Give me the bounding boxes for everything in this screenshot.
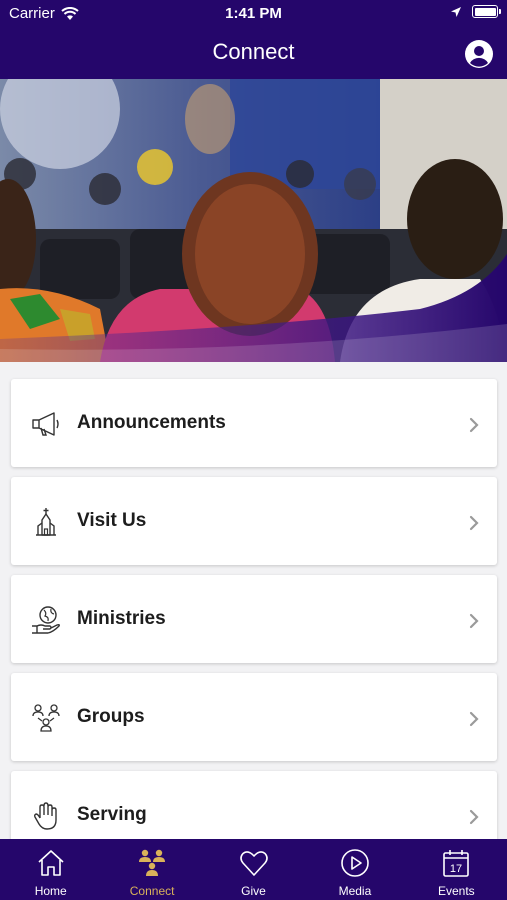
menu-item-label: Visit Us (77, 510, 147, 531)
chevron-right-icon (469, 417, 479, 433)
menu-item-ministries[interactable]: Ministries (11, 575, 497, 663)
tab-bar: Home Connect Give Media 17 Events (0, 839, 507, 900)
menu-item-label: Serving (77, 804, 147, 825)
battery-icon (472, 5, 501, 18)
menu-item-label: Announcements (77, 412, 226, 433)
chevron-right-icon (469, 711, 479, 727)
menu-item-groups[interactable]: Groups (11, 673, 497, 761)
menu-list: Announcements Visit Us Ministries Groups… (11, 379, 497, 869)
calendar-icon: 17 (443, 850, 470, 877)
tab-home[interactable]: Home (0, 839, 101, 900)
location-arrow-icon (451, 6, 461, 17)
connect-icon (139, 849, 166, 876)
church-icon (36, 508, 56, 536)
chevron-right-icon (469, 613, 479, 629)
tab-label: Home (34, 884, 67, 898)
tab-label: Events (437, 884, 475, 898)
tab-label: Give (241, 884, 266, 898)
menu-item-announcements[interactable]: Announcements (11, 379, 497, 467)
page-title: Connect (212, 39, 295, 64)
menu-item-visit-us[interactable]: Visit Us (11, 477, 497, 565)
tab-label: Media (338, 884, 372, 898)
status-bar: Carrier 1:41 PM (0, 0, 507, 28)
tab-media[interactable]: Media (304, 839, 405, 900)
groups-icon (32, 704, 60, 732)
globe-hand-icon (32, 606, 60, 634)
heart-icon (239, 851, 268, 876)
megaphone-icon (32, 412, 59, 436)
status-right (450, 5, 501, 18)
play-icon (341, 849, 369, 877)
status-time: 1:41 PM (225, 5, 282, 22)
tab-label: Connect (129, 884, 175, 898)
chevron-right-icon (469, 809, 479, 825)
menu-item-label: Groups (77, 706, 145, 727)
tab-connect[interactable]: Connect (101, 839, 202, 900)
tab-events[interactable]: 17 Events (406, 839, 507, 900)
chevron-right-icon (469, 515, 479, 531)
home-icon (38, 850, 64, 876)
tab-give[interactable]: Give (203, 839, 304, 900)
profile-icon[interactable] (465, 40, 493, 68)
top-bar: Carrier 1:41 PM Connect (0, 0, 507, 79)
menu-item-label: Ministries (77, 608, 166, 629)
hero-image (0, 79, 507, 362)
calendar-date: 17 (450, 863, 462, 875)
hand-icon (33, 802, 57, 830)
